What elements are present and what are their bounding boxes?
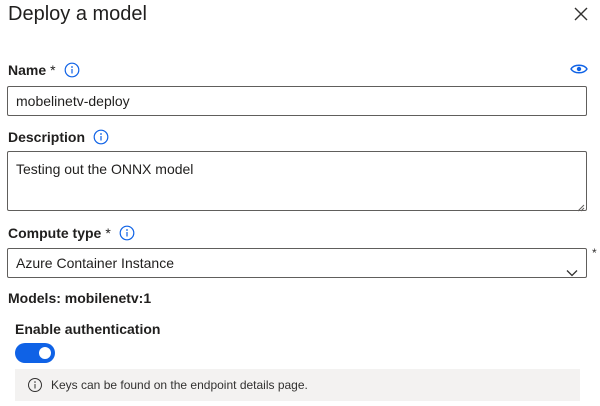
name-required-marker: * — [50, 62, 56, 78]
info-icon[interactable] — [64, 62, 80, 78]
compute-type-required-marker: * — [105, 225, 111, 241]
compute-type-label-row: Compute type * — [8, 224, 135, 242]
compute-type-selected-value: Azure Container Instance — [16, 255, 174, 271]
panel-title: Deploy a model — [8, 3, 147, 25]
info-icon[interactable] — [119, 225, 135, 241]
resize-grip-icon[interactable] — [575, 199, 585, 212]
models-text: Models: mobilenetv:1 — [8, 290, 152, 306]
eye-icon[interactable] — [570, 62, 588, 74]
description-label: Description — [8, 129, 86, 145]
info-icon[interactable] — [93, 129, 109, 145]
description-label-row: Description — [8, 128, 109, 146]
info-message-text: Keys can be found on the endpoint detail… — [51, 378, 308, 392]
close-button[interactable] — [571, 4, 591, 24]
name-label-row: Name * — [8, 61, 80, 79]
info-icon — [27, 377, 43, 393]
chevron-down-icon — [566, 258, 578, 277]
name-label: Name — [8, 62, 47, 78]
compute-type-dropdown[interactable]: Azure Container Instance — [7, 248, 587, 278]
compute-type-label: Compute type — [8, 225, 102, 241]
info-message-bar: Keys can be found on the endpoint detail… — [15, 369, 580, 401]
enable-authentication-label: Enable authentication — [15, 321, 161, 337]
description-textarea[interactable]: Testing out the ONNX model — [7, 151, 587, 211]
dropdown-side-marker: * — [592, 246, 597, 260]
enable-authentication-toggle[interactable] — [15, 343, 55, 363]
toggle-knob — [39, 347, 51, 359]
deploy-model-panel: Deploy a model Name * Description — [0, 0, 600, 406]
close-icon — [571, 4, 591, 24]
name-input[interactable] — [7, 86, 587, 116]
